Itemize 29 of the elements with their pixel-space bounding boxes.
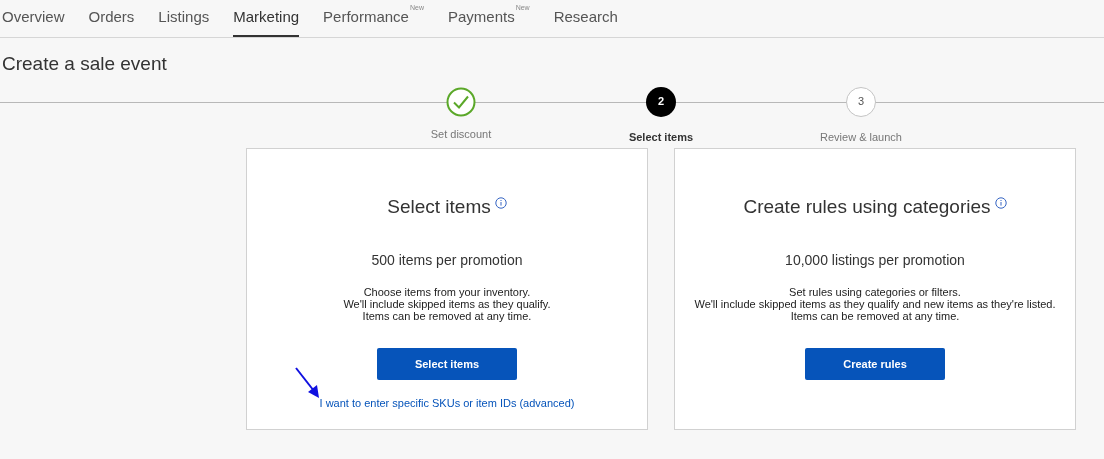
nav-tab[interactable]: Overview [2,0,65,37]
step-label: Set discount [430,126,492,142]
card-limit: 500 items per promotion [371,251,523,270]
action-button[interactable]: Select items [377,348,517,380]
annotation-arrow-icon [294,366,322,400]
card-description: Items can be removed at any time. [790,310,960,322]
card-description: We'll include skipped items as they qualify. [343,298,551,310]
card-description: Items can be removed at any time. [362,310,532,322]
step-label: Select items [628,129,694,145]
card-description: We'll include skipped items as they qualify and new items as they're listed. [694,298,1056,310]
advanced-link[interactable]: I want to enter specific SKUs or item IDs (advanced) [319,395,575,412]
card-description: Set rules using categories or filters. [789,286,961,298]
card-title: Create rules using categories [743,194,991,219]
nav-tab[interactable]: Marketing [233,0,300,37]
action-button[interactable]: Create rules [805,348,945,380]
card-limit: 10,000 listings per promotion [785,251,965,270]
step-label: Review & launch [820,129,902,145]
nav-tab[interactable]: Performance $^{New}$ [323,0,424,37]
page-title: Create a sale event [2,52,168,76]
nav-tab[interactable]: Payments $^{New}$ [447,0,530,37]
card-description: Choose items from your inventory. [363,286,531,298]
info-icon[interactable] [494,196,507,209]
nav-tab[interactable]: Orders [88,0,135,37]
step-number: 2 [646,86,676,117]
nav-tab[interactable]: Listings [158,0,210,37]
nav-tab[interactable]: Research [553,0,618,37]
card-title: Select items [387,194,491,219]
info-icon[interactable] [994,196,1007,209]
step-number: 3 [846,86,876,117]
